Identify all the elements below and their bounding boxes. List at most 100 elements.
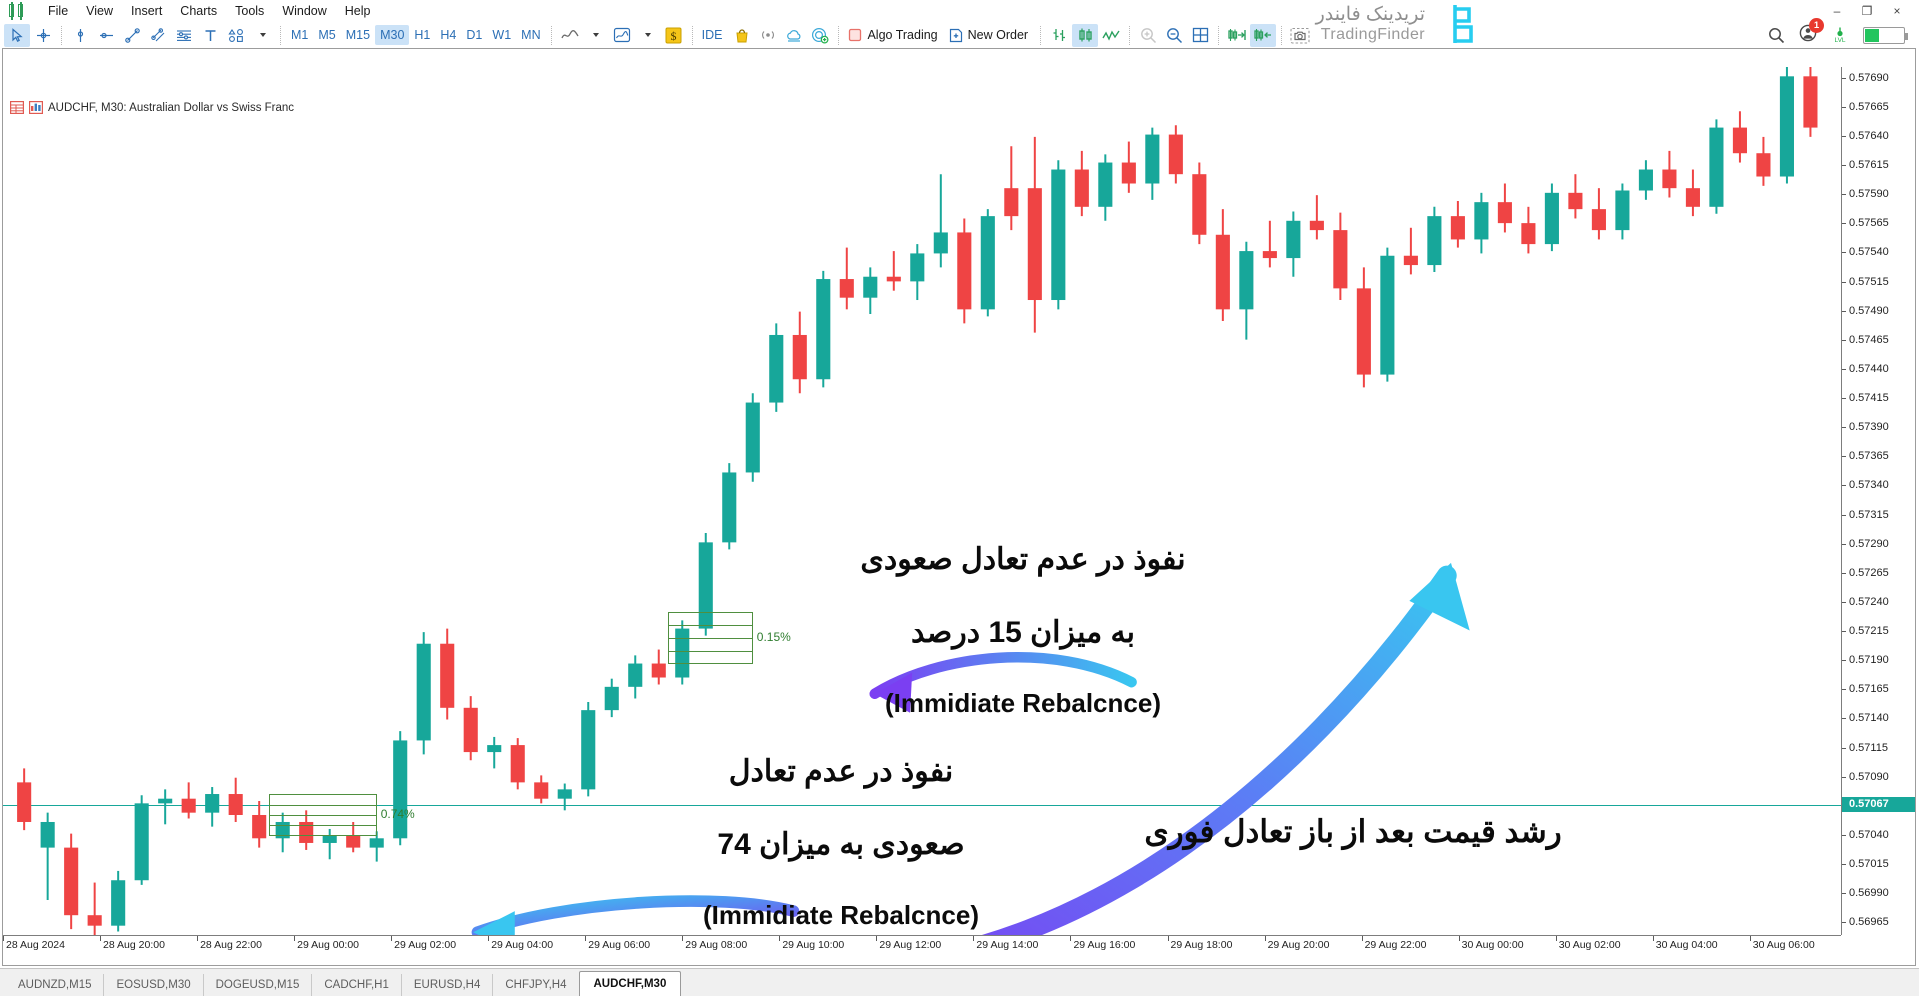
time-tick: 29 Aug 18:00 bbox=[1167, 936, 1232, 951]
timeframe-mn[interactable]: MN bbox=[516, 25, 545, 45]
timeframe-m1[interactable]: M1 bbox=[286, 25, 313, 45]
tab-cadchf-h1[interactable]: CADCHF,H1 bbox=[312, 974, 402, 996]
tradingfinder-brand: تریدینک فایندر TradingFinder bbox=[1129, 0, 1489, 48]
toolbar-separator bbox=[280, 25, 281, 45]
cursor-tool[interactable] bbox=[4, 23, 30, 47]
price-tick: 0.57415 bbox=[1842, 392, 1915, 405]
equidistant-channel-tool[interactable] bbox=[145, 24, 171, 47]
time-tick: 29 Aug 22:00 bbox=[1361, 936, 1427, 951]
tradingfinder-logo-icon bbox=[1453, 5, 1473, 43]
copy-trading-icon[interactable] bbox=[807, 24, 833, 47]
template-dropdown-caret[interactable] bbox=[635, 24, 661, 47]
price-tick: 0.57140 bbox=[1842, 712, 1915, 725]
candlestick-chart-icon[interactable] bbox=[1072, 23, 1099, 47]
fvg-lower-label: 0.74% bbox=[380, 806, 415, 821]
price-tick: 0.57365 bbox=[1842, 450, 1915, 463]
time-tick: 29 Aug 06:00 bbox=[585, 936, 650, 951]
algo-trading-button[interactable]: Algo Trading bbox=[844, 26, 944, 44]
minimize-button[interactable]: – bbox=[1823, 2, 1851, 20]
indicator-dropdown-caret[interactable] bbox=[583, 24, 609, 47]
annotation-lower-en: (Immidiate Rebalcnce) bbox=[703, 899, 979, 930]
menu-charts[interactable]: Charts bbox=[171, 2, 226, 20]
tab-eosusd-m30[interactable]: EOSUSD,M30 bbox=[104, 974, 204, 996]
level-meter-icon[interactable]: LVL bbox=[1831, 26, 1849, 44]
time-tick: 28 Aug 22:00 bbox=[197, 936, 262, 951]
price-tick: 0.57565 bbox=[1842, 217, 1915, 230]
time-tick: 28 Aug 20:00 bbox=[100, 936, 165, 951]
new-order-plus-icon bbox=[949, 28, 962, 42]
time-tick: 29 Aug 00:00 bbox=[294, 936, 359, 951]
annotation-lower-line2: صعودی به میزان 74 bbox=[717, 827, 965, 861]
price-tick: 0.57090 bbox=[1842, 771, 1915, 784]
svg-text:$: $ bbox=[671, 29, 677, 43]
timeframe-m15[interactable]: M15 bbox=[341, 25, 375, 45]
price-tick: 0.57390 bbox=[1842, 421, 1915, 434]
menu-tools[interactable]: Tools bbox=[226, 2, 273, 20]
time-tick: 28 Aug 2024 bbox=[3, 936, 65, 951]
signals-broadcast-icon[interactable] bbox=[755, 24, 781, 47]
template-chart-icon[interactable] bbox=[609, 24, 635, 47]
tab-audnzd-m15[interactable]: AUDNZD,M15 bbox=[6, 974, 105, 996]
vps-cloud-icon[interactable] bbox=[781, 24, 807, 47]
toolbar-separator bbox=[1040, 25, 1042, 45]
annotation-upper-line1: نفوذ در عدم تعادل صعودی bbox=[860, 542, 1186, 576]
price-axis[interactable]: 0.57690 0.57665 0.57640 0.57615 0.57590 0.575… bbox=[1841, 67, 1915, 935]
line-chart-icon[interactable] bbox=[1098, 24, 1124, 47]
data-window-icon[interactable] bbox=[10, 101, 24, 114]
menu-view[interactable]: View bbox=[77, 2, 122, 20]
timeframe-w1[interactable]: W1 bbox=[487, 25, 516, 45]
tab-dogeusd-m15[interactable]: DOGEUSD,M15 bbox=[204, 974, 313, 996]
shapes-dropdown-caret[interactable] bbox=[249, 24, 275, 47]
tab-eurusd-h4[interactable]: EURUSD,H4 bbox=[402, 974, 494, 996]
chart-properties-icon[interactable] bbox=[29, 101, 43, 114]
menu-insert[interactable]: Insert bbox=[122, 2, 171, 20]
price-tick: 0.57015 bbox=[1842, 858, 1915, 871]
search-icon[interactable] bbox=[1768, 27, 1785, 44]
algo-trading-stop-icon bbox=[849, 28, 862, 42]
trendline-tool[interactable] bbox=[119, 24, 145, 47]
chart-tab-bar: AUDNZD,M15 EOSUSD,M30 DOGEUSD,M15 CADCHF… bbox=[0, 968, 1919, 996]
maximize-button[interactable]: ❐ bbox=[1853, 2, 1881, 20]
vertical-line-tool[interactable] bbox=[67, 24, 93, 47]
menu-help[interactable]: Help bbox=[336, 2, 380, 20]
close-button[interactable]: × bbox=[1883, 2, 1911, 20]
text-label-tool[interactable] bbox=[197, 24, 223, 47]
timeframe-m5[interactable]: M5 bbox=[313, 25, 340, 45]
price-tick: 0.57590 bbox=[1842, 188, 1915, 201]
time-tick: 30 Aug 06:00 bbox=[1749, 936, 1815, 951]
time-axis[interactable]: 28 Aug 2024 28 Aug 20:00 28 Aug 22:00 29 Au… bbox=[3, 935, 1841, 965]
time-tick: 29 Aug 04:00 bbox=[488, 936, 553, 951]
time-tick: 29 Aug 08:00 bbox=[682, 936, 747, 951]
chart-plot-area[interactable]: 0.15% 0.74% نفوذ در عدم تعادل صعودی به م… bbox=[3, 67, 1841, 935]
new-order-button[interactable]: New Order bbox=[945, 26, 1035, 45]
fibonacci-tool[interactable] bbox=[171, 24, 197, 47]
timeframe-h4[interactable]: H4 bbox=[435, 25, 461, 45]
price-tick: 0.57265 bbox=[1842, 567, 1915, 580]
horizontal-line-tool[interactable] bbox=[93, 24, 119, 47]
tab-audchf-m30[interactable]: AUDCHF,M30 bbox=[578, 971, 682, 996]
chart-window: AUDCHF, M30: Australian Dollar vs Swiss … bbox=[2, 48, 1916, 966]
price-tick: 0.57515 bbox=[1842, 276, 1915, 289]
timeframe-m30[interactable]: M30 bbox=[375, 25, 410, 45]
dollar-yellow-icon[interactable]: $ bbox=[661, 24, 687, 47]
price-tick: 0.57440 bbox=[1842, 363, 1915, 376]
crosshair-tool[interactable] bbox=[30, 24, 56, 47]
price-tick: 0.57615 bbox=[1842, 159, 1915, 172]
timeframe-d1[interactable]: D1 bbox=[461, 25, 487, 45]
price-tick: 0.56965 bbox=[1842, 916, 1915, 929]
menu-file[interactable]: File bbox=[39, 2, 77, 20]
market-bag-icon[interactable] bbox=[729, 24, 755, 47]
ide-button[interactable]: IDE bbox=[698, 26, 730, 44]
indicator-line-icon[interactable] bbox=[557, 24, 583, 47]
time-tick: 29 Aug 14:00 bbox=[973, 936, 1038, 951]
annotation-lower-imbalance: نفوذ در عدم تعادل صعودی به میزان 74 (Imm… bbox=[641, 717, 1041, 935]
tab-chfjpy-h4[interactable]: CHFJPY,H4 bbox=[493, 974, 580, 996]
timeframe-h1[interactable]: H1 bbox=[409, 25, 435, 45]
bar-chart-icon[interactable] bbox=[1046, 24, 1072, 47]
price-tick: 0.57315 bbox=[1842, 509, 1915, 522]
price-tick: 0.56990 bbox=[1842, 887, 1915, 900]
account-notification[interactable]: 1 bbox=[1799, 17, 1824, 47]
shapes-tool[interactable] bbox=[223, 24, 249, 47]
menu-window[interactable]: Window bbox=[273, 2, 335, 20]
time-tick: 29 Aug 20:00 bbox=[1264, 936, 1329, 951]
